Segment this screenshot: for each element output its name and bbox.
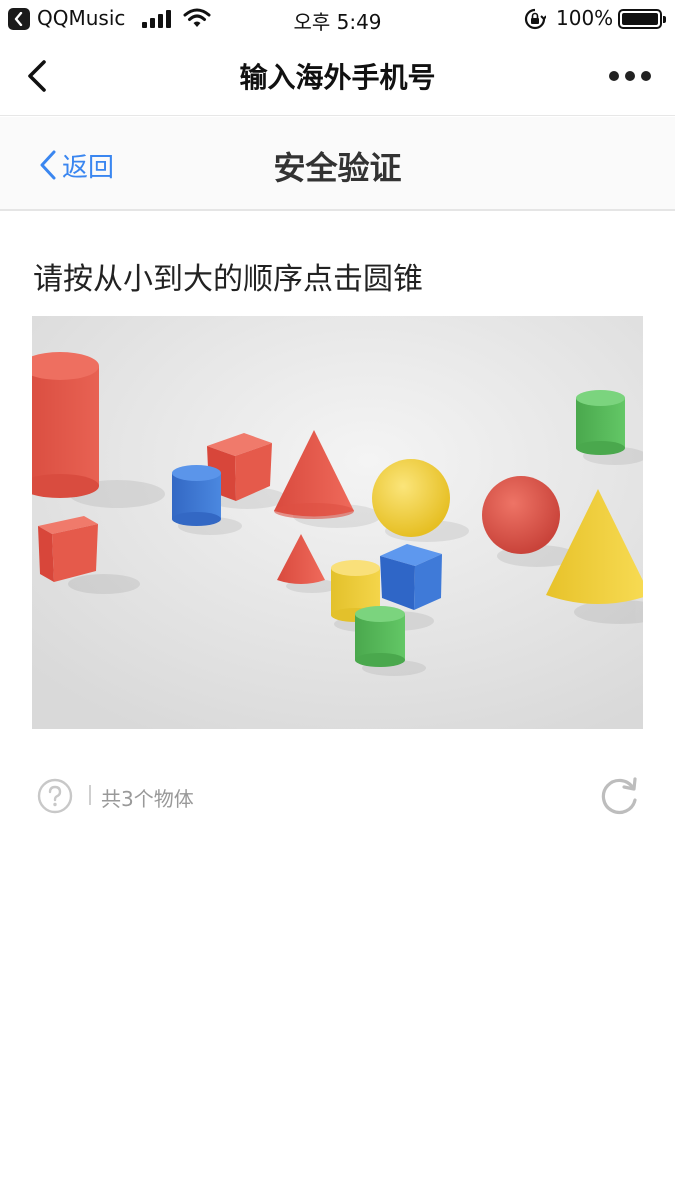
yellow-sphere[interactable] — [372, 459, 450, 537]
refresh-icon — [601, 777, 637, 814]
page-title: 输入海外手机号 — [239, 61, 436, 94]
captcha-instruction: 请按从小到大的顺序点击圆锥 — [33, 262, 423, 297]
green-cylinder-front[interactable] — [355, 606, 405, 667]
captcha-image[interactable] — [32, 316, 643, 729]
more-button[interactable] — [606, 66, 654, 86]
battery-fill — [622, 13, 658, 25]
battery-percent: 100% — [556, 6, 614, 30]
help-button[interactable] — [37, 778, 73, 814]
verify-title: 安全验证 — [273, 149, 402, 187]
red-cylinder-large[interactable] — [32, 352, 99, 498]
more-dots-icon — [609, 71, 651, 81]
battery-icon — [618, 9, 666, 29]
green-cylinder-back[interactable] — [576, 390, 625, 455]
verify-header: 返回 安全验证 — [0, 117, 675, 211]
captcha-scene[interactable] — [32, 316, 643, 729]
status-bar: QQMusic 오후 5:49 100% — [0, 0, 675, 38]
blue-cube[interactable] — [380, 544, 442, 610]
rotation-lock-icon — [524, 8, 546, 30]
blue-cylinder[interactable] — [172, 465, 221, 526]
red-cube-left[interactable] — [38, 516, 98, 582]
red-sphere[interactable] — [482, 476, 560, 554]
refresh-button[interactable] — [597, 774, 641, 818]
nav-bar: 输入海外手机号 — [0, 38, 675, 116]
object-count: 共3个物体 — [101, 787, 194, 811]
footer-divider — [89, 785, 91, 805]
question-mark-icon — [37, 778, 73, 814]
